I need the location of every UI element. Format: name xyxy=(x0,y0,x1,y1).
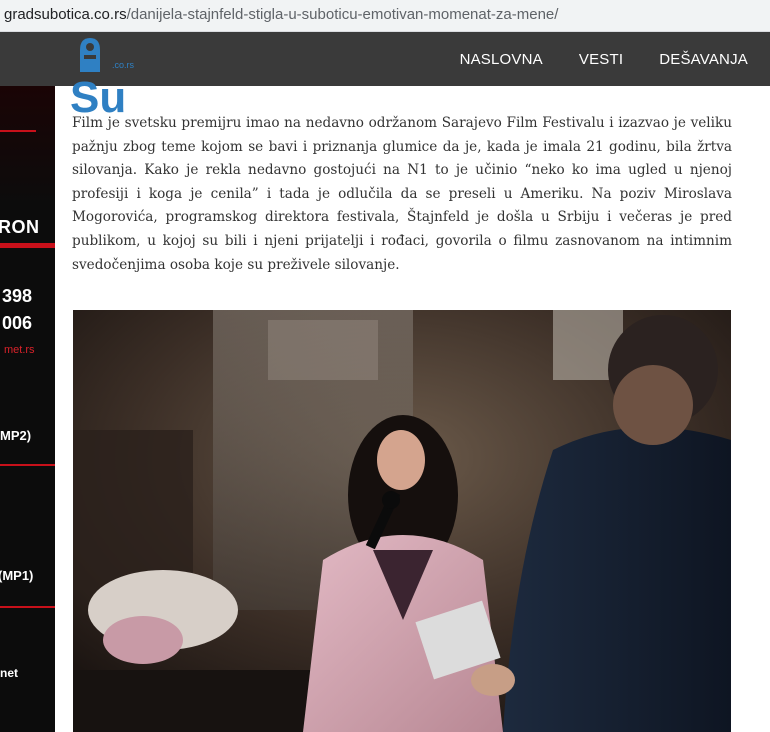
article-body: Film je svetsku premijru imao na nedavno… xyxy=(72,112,732,277)
ad-divider-2 xyxy=(0,606,55,608)
logo-icon: Su .co.rs xyxy=(70,38,135,122)
site-logo[interactable]: Su .co.rs xyxy=(66,36,146,122)
article-photo[interactable] xyxy=(73,310,731,732)
ad-label-mp2: MP2) xyxy=(0,428,32,443)
main-nav: NASLOVNA VESTI DEŠAVANJA xyxy=(442,32,770,86)
nav-item-naslovna[interactable]: NASLOVNA xyxy=(442,51,561,68)
url-text[interactable]: gradsubotica.co.rs/danijela-stajnfeld-st… xyxy=(4,6,558,23)
ad-label-mp1: (MP1) xyxy=(0,568,34,583)
logo-text: Su xyxy=(70,73,126,116)
url-path: /danijela-stajnfeld-stigla-u-suboticu-em… xyxy=(126,6,559,23)
article-paragraph: Film je svetsku premijru imao na nedavno… xyxy=(72,115,732,273)
nav-item-vesti[interactable]: VESTI xyxy=(561,51,641,68)
ad-red-bar xyxy=(0,243,55,248)
event-photo-icon xyxy=(73,310,731,732)
ad-red-line xyxy=(0,130,36,132)
sidebar-ad[interactable]: RON 398 006 met.rs MP2) (MP1) net xyxy=(0,86,55,732)
browser-url-bar[interactable]: gradsubotica.co.rs/danijela-stajnfeld-st… xyxy=(0,0,770,32)
ad-link-fragment[interactable]: met.rs xyxy=(4,344,35,356)
url-host: gradsubotica.co.rs xyxy=(4,6,127,23)
ad-phone-1: 398 xyxy=(2,286,33,306)
ad-brand-fragment: RON xyxy=(0,217,40,237)
ad-divider-1 xyxy=(0,464,55,466)
nav-item-desavanja[interactable]: DEŠAVANJA xyxy=(641,51,770,68)
ad-top-panel xyxy=(0,86,55,206)
ad-phone-2: 006 xyxy=(2,313,33,333)
ad-footer-fragment: net xyxy=(0,666,18,680)
logo-tld: .co.rs xyxy=(112,60,135,70)
